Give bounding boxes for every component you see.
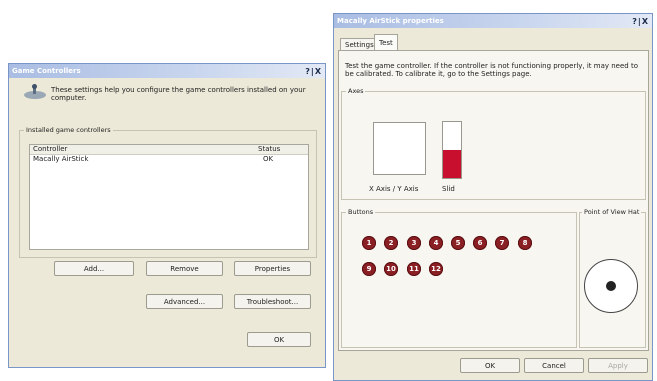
button-indicator: 1	[362, 236, 376, 250]
button-indicator: 9	[362, 262, 376, 276]
test-description: Test the game controller. If the control…	[345, 62, 638, 78]
ok-button[interactable]: OK	[460, 358, 520, 373]
button-indicator: 10	[384, 262, 398, 276]
properties-window: Macally AirStick properties ?|X Settings…	[333, 13, 653, 381]
xy-axis-box	[373, 122, 426, 175]
remove-button[interactable]: Remove	[146, 261, 223, 276]
column-header-controller[interactable]: Controller	[33, 145, 67, 153]
button-indicator: 12	[429, 262, 443, 276]
troubleshoot-button[interactable]: Troubleshoot...	[234, 294, 311, 309]
axis-value-label: Slid	[442, 185, 455, 193]
advanced-button[interactable]: Advanced...	[146, 294, 223, 309]
apply-button[interactable]: Apply	[588, 358, 648, 373]
table-row[interactable]: Macally AirStick OK	[30, 155, 308, 164]
controller-status-cell: OK	[263, 155, 274, 163]
cancel-button[interactable]: Cancel	[524, 358, 584, 373]
controllers-list[interactable]: Controller Status Macally AirStick OK	[29, 144, 309, 250]
game-controllers-title: Game Controllers	[12, 67, 81, 75]
pov-hat-dot	[606, 281, 616, 291]
button-indicator: 3	[407, 236, 421, 250]
column-header-status[interactable]: Status	[258, 145, 280, 153]
window-control-buttons[interactable]: ?|X	[632, 15, 649, 28]
properties-title: Macally AirStick properties	[337, 17, 444, 25]
installed-controllers-label: Installed game controllers	[24, 126, 113, 134]
game-controllers-titlebar[interactable]: Game Controllers ?|X	[9, 64, 325, 78]
tab-test[interactable]: Test	[374, 34, 398, 51]
pov-hat-label: Point of View Hat	[582, 208, 642, 216]
controller-name-cell: Macally AirStick	[33, 155, 89, 163]
button-indicator: 4	[429, 236, 443, 250]
add-button[interactable]: Add...	[54, 261, 134, 276]
window-control-buttons[interactable]: ?|X	[305, 65, 322, 78]
button-indicator: 2	[384, 236, 398, 250]
ok-button[interactable]: OK	[247, 332, 311, 347]
button-indicator: 11	[407, 262, 421, 276]
test-tab-panel: Test the game controller. If the control…	[338, 50, 649, 351]
properties-button[interactable]: Properties	[234, 261, 311, 276]
intro-text: These settings help you configure the ga…	[51, 86, 306, 102]
pov-hat-indicator	[584, 259, 638, 313]
properties-titlebar[interactable]: Macally AirStick properties ?|X	[334, 14, 652, 28]
button-indicator: 8	[518, 236, 532, 250]
buttons-label: Buttons	[346, 208, 376, 216]
slider-axis-fill	[443, 150, 461, 178]
button-indicator: 7	[495, 236, 509, 250]
controller-joystick-icon	[23, 84, 47, 100]
button-indicator: 5	[451, 236, 465, 250]
axis-caption: X Axis / Y Axis	[369, 185, 419, 193]
axes-label: Axes	[346, 87, 366, 95]
button-indicator: 6	[473, 236, 487, 250]
controllers-list-header: Controller Status	[30, 145, 308, 155]
game-controllers-window: Game Controllers ?|X These settings help…	[8, 63, 326, 368]
buttons-group: Buttons	[341, 208, 577, 348]
slider-axis-bar	[442, 121, 462, 179]
